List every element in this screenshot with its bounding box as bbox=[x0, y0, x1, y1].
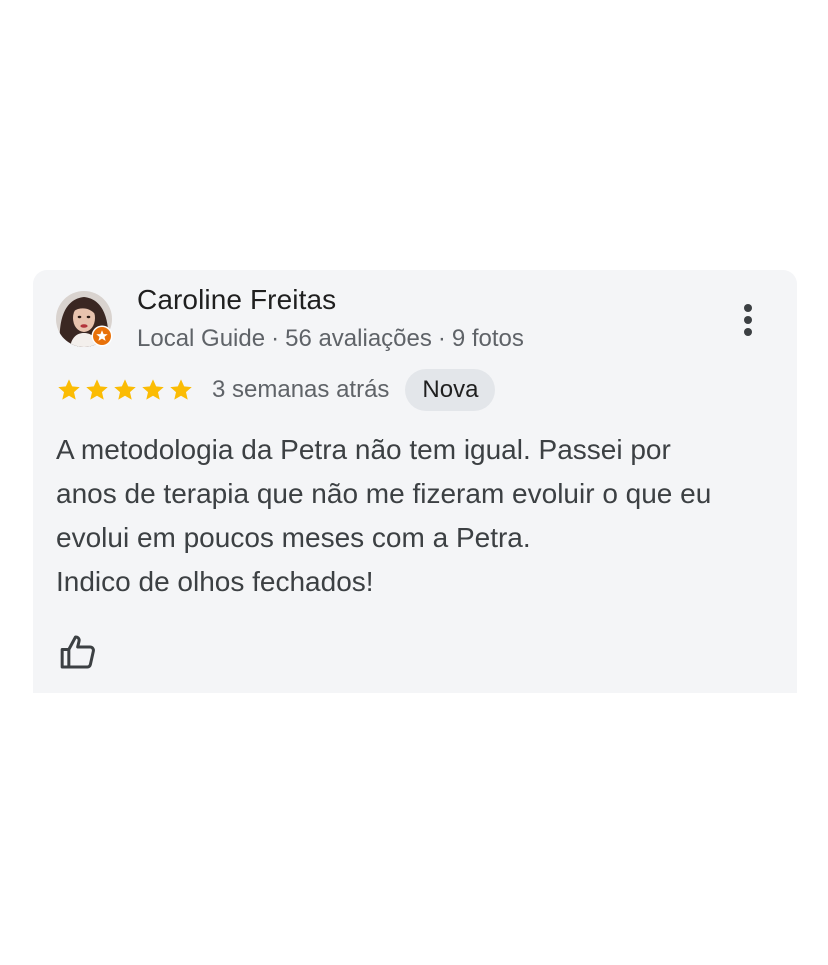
like-button[interactable] bbox=[58, 632, 98, 672]
review-text-line: evolui em poucos meses com a Petra. bbox=[56, 522, 531, 553]
review-text-line: A metodologia da Petra não tem igual. Pa… bbox=[56, 434, 671, 465]
more-vert-icon-dot bbox=[744, 304, 752, 312]
photos-count: 9 fotos bbox=[451, 325, 524, 352]
author-name[interactable]: Caroline Freitas bbox=[137, 284, 336, 316]
author-meta: Local Guide · 56 avaliações · 9 fotos bbox=[137, 325, 524, 353]
more-vert-icon-dot bbox=[744, 328, 752, 336]
more-vert-icon-dot bbox=[744, 316, 752, 324]
more-options-button[interactable] bbox=[733, 300, 763, 340]
star-icon bbox=[142, 379, 164, 400]
rating-row: 3 semanas atrás Nova bbox=[56, 368, 496, 412]
meta-separator: · bbox=[437, 325, 446, 352]
star-rating bbox=[56, 377, 194, 403]
star-icon bbox=[114, 379, 136, 400]
star-icon bbox=[170, 379, 192, 400]
author-level: Local Guide bbox=[137, 325, 266, 352]
new-badge: Nova bbox=[405, 369, 496, 411]
reviews-count: 56 avaliações bbox=[285, 325, 432, 352]
review-card: Caroline Freitas Local Guide · 56 avaliaçõ… bbox=[33, 270, 797, 693]
star-icon bbox=[58, 379, 80, 400]
local-guide-star-icon bbox=[91, 325, 113, 347]
star-icon bbox=[86, 379, 108, 400]
review-text-line: anos de terapia que não me fizeram evolu… bbox=[56, 478, 712, 509]
review-date: 3 semanas atrás bbox=[212, 376, 390, 403]
review-text-line: Indico de olhos fechados! bbox=[56, 566, 374, 597]
review-text: A metodologia da Petra não tem igual. Pa… bbox=[56, 428, 791, 604]
meta-separator: · bbox=[271, 325, 280, 352]
thumbs-up-icon bbox=[60, 635, 95, 669]
avatar[interactable] bbox=[56, 291, 113, 347]
